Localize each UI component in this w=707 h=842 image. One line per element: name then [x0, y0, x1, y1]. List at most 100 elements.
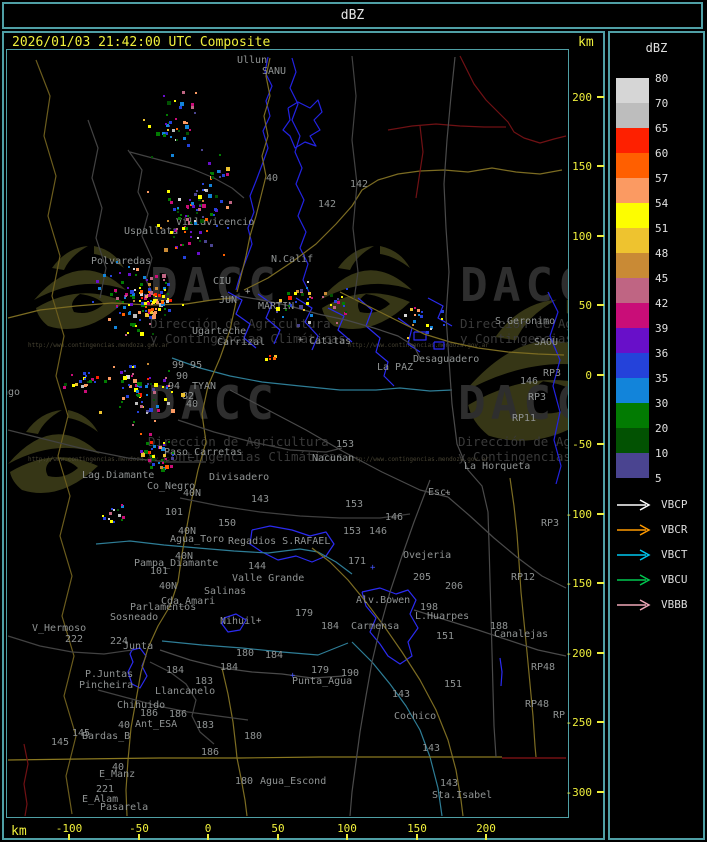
radar-echo	[152, 458, 155, 461]
radar-echo	[64, 383, 67, 386]
radar-echo	[197, 237, 199, 239]
radar-echo	[148, 283, 151, 286]
radar-echo	[140, 290, 143, 293]
radar-echo	[418, 314, 420, 316]
radar-echo	[139, 319, 141, 321]
dbz-scale-color	[616, 378, 649, 403]
radar-echo	[121, 380, 124, 383]
radar-echo	[168, 441, 170, 443]
radar-echo	[163, 379, 166, 382]
radar-echo	[143, 276, 146, 279]
radar-echo	[195, 92, 197, 94]
radar-echo	[186, 122, 188, 124]
radar-echo	[145, 310, 147, 312]
radar-echo	[171, 409, 175, 413]
radar-echo	[343, 305, 345, 307]
radar-echo	[200, 219, 204, 223]
radar-echo	[145, 295, 148, 298]
radar-echo	[138, 382, 142, 386]
radar-echo	[164, 308, 166, 310]
radar-echo	[169, 121, 172, 124]
radar-echo	[211, 176, 214, 179]
radar-echo	[219, 154, 221, 156]
radar-echo	[133, 268, 135, 270]
radar-echo	[202, 204, 206, 208]
radar-echo	[443, 324, 445, 326]
radar-echo	[194, 112, 196, 114]
radar-echo	[412, 324, 414, 326]
radar-echo	[114, 289, 117, 292]
radar-echo	[152, 315, 156, 319]
radar-echo	[189, 129, 191, 131]
radar-echo	[153, 399, 155, 401]
radar-echo	[217, 170, 220, 173]
y-tick-label: -100	[565, 508, 593, 521]
radar-echo	[151, 156, 153, 158]
radar-echo	[113, 366, 115, 368]
radar-echo	[220, 200, 223, 203]
radar-echo	[285, 309, 287, 311]
page-title: dBZ	[340, 8, 365, 23]
radar-echo	[182, 304, 184, 306]
radar-echo	[215, 195, 218, 198]
radar-echo	[141, 297, 143, 299]
radar-echo	[159, 446, 162, 449]
radar-echo	[190, 231, 192, 233]
radar-echo	[156, 132, 160, 136]
radar-echo	[441, 310, 444, 313]
radar-echo	[140, 433, 142, 435]
vector-legend-label: VBCR	[661, 523, 688, 536]
radar-echo	[127, 287, 129, 289]
radar-echo	[128, 266, 130, 268]
y-tick-mark	[597, 304, 604, 306]
radar-echo	[160, 227, 162, 229]
radar-echo	[322, 296, 324, 298]
legend-panel: dBZ 80 70 65 60 57 54 51 48 45 42 39 36 35 30 20 10 5 VB…	[608, 31, 705, 840]
radar-echo	[165, 465, 169, 469]
radar-echo	[307, 298, 309, 300]
radar-echo	[114, 326, 117, 329]
x-tick-mark	[416, 834, 418, 840]
radar-echo	[204, 189, 206, 191]
dbz-scale-label: 20	[655, 422, 669, 435]
y-tick-mark	[597, 652, 604, 654]
radar-echo	[122, 387, 124, 389]
radar-echo	[142, 310, 144, 312]
radar-echo	[345, 311, 347, 313]
radar-echo	[150, 466, 153, 469]
radar-echo	[330, 304, 332, 306]
vector-legend-label: VBBB	[661, 598, 688, 611]
radar-echo	[89, 380, 92, 383]
radar-echo	[167, 101, 171, 105]
radar-echo	[210, 172, 212, 174]
radar-echo	[182, 244, 184, 246]
vector-arrow-icon	[617, 574, 651, 586]
radar-echo	[190, 236, 192, 238]
radar-echo	[199, 240, 201, 242]
title-bar: dBZ	[2, 2, 703, 29]
radar-echo	[158, 308, 161, 311]
radar-echo	[84, 390, 87, 393]
radar-echo	[63, 386, 66, 389]
vector-arrow-icon	[617, 599, 651, 611]
radar-echo	[210, 244, 213, 247]
radar-echo	[288, 296, 292, 300]
radar-echo	[152, 455, 155, 458]
radar-echo	[165, 458, 167, 460]
radar-echo	[196, 190, 198, 192]
radar-echo	[138, 311, 141, 314]
radar-echo	[178, 198, 181, 201]
dbz-scale-color	[616, 453, 649, 478]
radar-echo	[155, 287, 158, 290]
radar-echo	[414, 314, 416, 316]
radar-echo	[206, 230, 208, 232]
radar-echo	[182, 91, 185, 94]
radar-echo	[183, 137, 186, 140]
radar-echo	[333, 306, 336, 309]
radar-echo	[162, 386, 164, 388]
radar-echo	[194, 193, 197, 196]
y-tick-label: 50	[578, 299, 592, 312]
radar-echo	[84, 378, 86, 380]
radar-echo	[167, 293, 169, 295]
dbz-scale-label: 70	[655, 97, 669, 110]
